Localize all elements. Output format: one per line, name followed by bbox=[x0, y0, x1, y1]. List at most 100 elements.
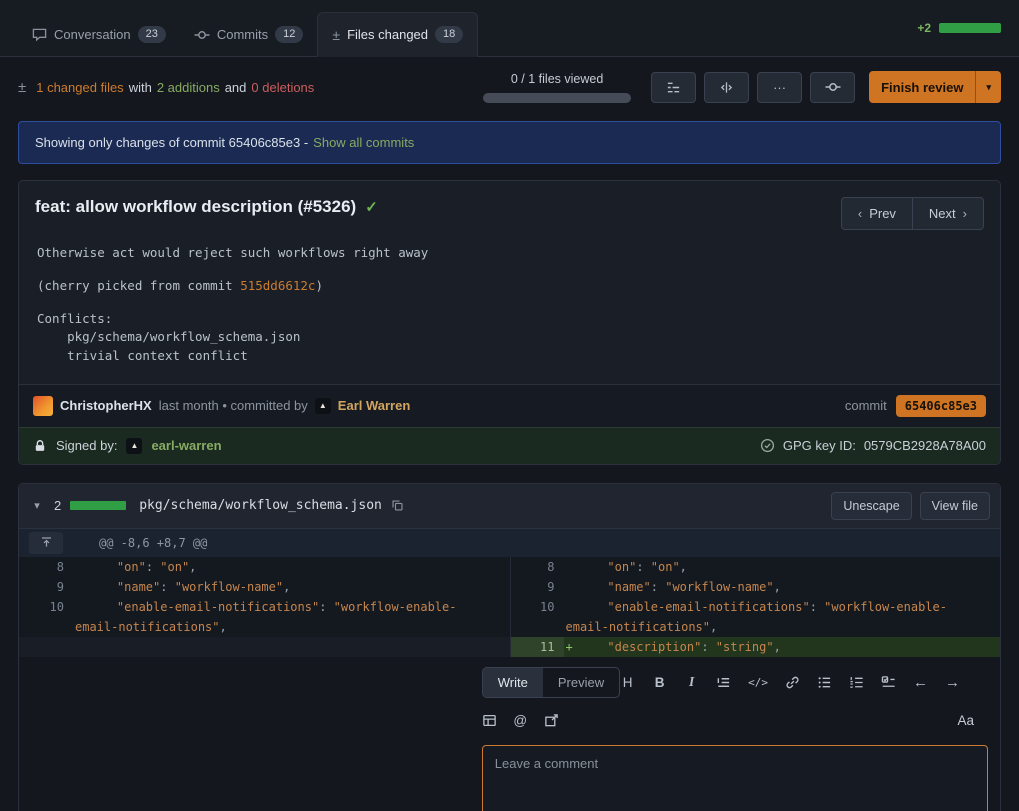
cherry-pick-text: (cherry picked from commit bbox=[37, 278, 240, 293]
show-all-commits-link[interactable]: Show all commits bbox=[313, 135, 414, 150]
new-code-cell: "name": "workflow-name", bbox=[564, 577, 1001, 597]
unescape-button[interactable]: Unescape bbox=[831, 492, 911, 520]
code-text: : bbox=[810, 600, 824, 614]
diff-line-marker bbox=[566, 557, 579, 577]
copy-file-name-icon[interactable] bbox=[391, 499, 404, 512]
code-string: "name" bbox=[117, 580, 160, 594]
next-commit-button[interactable]: Next › bbox=[913, 197, 984, 230]
quote-icon[interactable] bbox=[716, 675, 731, 690]
prev-commit-button[interactable]: ‹ Prev bbox=[841, 197, 913, 230]
collapse-file-chevron-icon[interactable]: ▾ bbox=[29, 499, 45, 512]
tab-files-changed[interactable]: ± Files changed 18 bbox=[317, 12, 478, 57]
old-line-number[interactable]: 10 bbox=[19, 597, 73, 637]
code-string: "on" bbox=[651, 560, 680, 574]
diff-code-line: "on": "on", bbox=[75, 557, 504, 577]
code-text: , bbox=[710, 620, 717, 634]
numbered-list-icon[interactable] bbox=[849, 675, 864, 690]
bold-icon[interactable]: B bbox=[652, 675, 667, 690]
commit-header: feat: allow workflow description (#5326)… bbox=[19, 181, 1000, 242]
diff-options-button[interactable]: ··· bbox=[757, 72, 802, 103]
code-text: : bbox=[701, 640, 715, 654]
conversation-count-badge: 23 bbox=[138, 26, 166, 43]
mention-icon[interactable]: @ bbox=[513, 713, 528, 728]
author-name[interactable]: ChristopherHX bbox=[60, 398, 152, 413]
commit-title: feat: allow workflow description (#5326)… bbox=[35, 197, 378, 217]
committer-avatar[interactable]: ▲ bbox=[315, 398, 331, 414]
old-line-number[interactable]: 8 bbox=[19, 557, 73, 577]
italic-icon[interactable]: I bbox=[684, 674, 699, 690]
commit-select-button[interactable] bbox=[810, 72, 855, 103]
signer-link[interactable]: earl-warren bbox=[151, 438, 221, 453]
old-line-number bbox=[19, 637, 73, 657]
old-code-cell: "enable-email-notifications": "workflow-… bbox=[73, 597, 510, 637]
comment-textarea[interactable] bbox=[482, 745, 988, 811]
code-text: : bbox=[160, 580, 174, 594]
hunk-header-row: @@ -8,6 +8,7 @@ bbox=[19, 529, 1000, 557]
code-string: "on" bbox=[117, 560, 146, 574]
commit-cherry-pick-line: (cherry picked from commit 515dd6612c) bbox=[37, 277, 982, 296]
new-line-number[interactable]: 10 bbox=[510, 597, 564, 637]
new-line-number[interactable]: 11 bbox=[510, 637, 564, 657]
code-string: "enable-email-notifications" bbox=[607, 600, 809, 614]
new-line-number[interactable]: 9 bbox=[510, 577, 564, 597]
diff-line-marker bbox=[566, 577, 579, 597]
prev-label: Prev bbox=[869, 206, 896, 221]
diff-code-line: email-notifications", bbox=[75, 617, 504, 637]
commit-signature-row: Signed by: ▲ earl-warren GPG key ID: 057… bbox=[19, 427, 1000, 464]
file-diff-header: ▾ 2 pkg/schema/workflow_schema.json Unes… bbox=[19, 484, 1000, 529]
code-string: "workflow-name" bbox=[175, 580, 283, 594]
signer-avatar[interactable]: ▲ bbox=[126, 438, 142, 454]
file-tree-icon bbox=[666, 80, 681, 95]
code-text: : bbox=[146, 560, 160, 574]
finish-review-button[interactable]: Finish review ▾ bbox=[869, 71, 1001, 103]
pr-tab-bar: Conversation 23 Commits 12 ± Files chang… bbox=[0, 0, 1019, 57]
changed-files-count: 1 changed files bbox=[36, 80, 123, 95]
heading-icon[interactable]: H bbox=[620, 675, 635, 690]
lock-icon bbox=[33, 439, 47, 453]
commit-sha-badge[interactable]: 65406c85e3 bbox=[896, 395, 986, 417]
diff-plusminus-icon: ± bbox=[18, 79, 26, 96]
code-text bbox=[579, 580, 608, 594]
undo-icon[interactable]: ← bbox=[913, 674, 928, 691]
caret-down-icon: ▾ bbox=[975, 71, 1001, 103]
diff-view-mode-button[interactable] bbox=[704, 72, 749, 103]
diff-code-line: "enable-email-notifications": "workflow-… bbox=[75, 597, 504, 617]
code-string: "on" bbox=[607, 560, 636, 574]
committer-name[interactable]: Earl Warren bbox=[338, 398, 411, 413]
commit-message-line: Otherwise act would reject such workflow… bbox=[37, 244, 982, 263]
table-icon[interactable] bbox=[482, 713, 497, 728]
author-avatar[interactable] bbox=[33, 396, 53, 416]
link-icon[interactable] bbox=[785, 675, 800, 690]
new-line-number[interactable]: 8 bbox=[510, 557, 564, 577]
write-tab[interactable]: Write bbox=[483, 668, 543, 697]
code-string: "enable-email-notifications" bbox=[117, 600, 319, 614]
reference-icon[interactable] bbox=[544, 713, 559, 728]
diff-icon: ± bbox=[332, 27, 340, 43]
chevron-left-icon: ‹ bbox=[858, 206, 862, 221]
diff-line-marker bbox=[75, 577, 88, 597]
code-icon[interactable]: </> bbox=[748, 676, 768, 689]
file-name-link[interactable]: pkg/schema/workflow_schema.json bbox=[139, 498, 382, 513]
redo-icon[interactable]: → bbox=[945, 674, 960, 691]
verified-check-icon bbox=[760, 438, 775, 453]
diff-grid: 8 "on": "on",8 "on": "on",9 "name": "wor… bbox=[19, 557, 1000, 657]
file-tree-toggle-button[interactable] bbox=[651, 72, 696, 103]
tab-conversation[interactable]: Conversation 23 bbox=[18, 13, 180, 56]
diff-bottom-row: Write Preview H B I </> bbox=[19, 657, 1000, 811]
old-code-cell: "name": "workflow-name", bbox=[73, 577, 510, 597]
diff-toolbar: ± 1 changed files with 2 additions and 0… bbox=[0, 57, 1019, 115]
expand-hunk-button[interactable] bbox=[29, 532, 63, 554]
signed-by-label: Signed by: bbox=[56, 438, 117, 453]
preview-tab[interactable]: Preview bbox=[543, 668, 619, 697]
cherry-pick-commit-link[interactable]: 515dd6612c bbox=[240, 278, 315, 293]
commit-meta-row: ChristopherHX last month • committed by … bbox=[19, 384, 1000, 427]
old-line-number[interactable]: 9 bbox=[19, 577, 73, 597]
tab-files-changed-label: Files changed bbox=[347, 27, 428, 42]
font-toggle-button[interactable]: Aa bbox=[957, 713, 974, 728]
gpg-key-id: 0579CB2928A78A00 bbox=[864, 438, 986, 453]
bullet-list-icon[interactable] bbox=[817, 675, 832, 690]
tab-commits[interactable]: Commits 12 bbox=[180, 13, 318, 56]
diff-line-marker bbox=[75, 597, 88, 617]
view-file-button[interactable]: View file bbox=[920, 492, 990, 520]
task-list-icon[interactable] bbox=[881, 675, 896, 690]
